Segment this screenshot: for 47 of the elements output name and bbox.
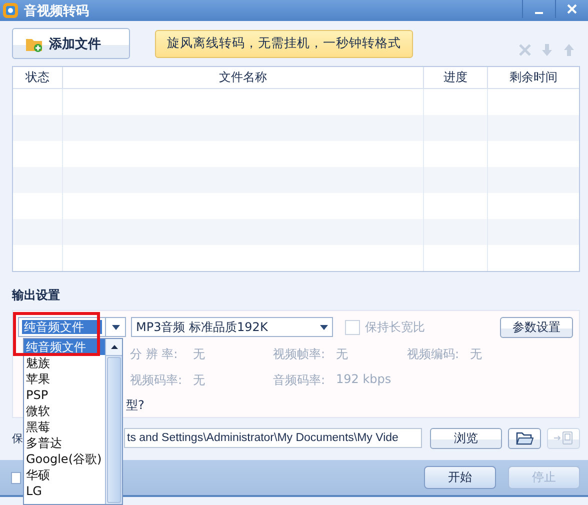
promo-banner: 旋风离线转码，无需挂机，一秒钟转格式: [155, 30, 413, 58]
info-label: 视频帧率:: [273, 346, 326, 363]
send-to-device-icon: [552, 431, 575, 445]
info-label: 视频编码:: [407, 346, 460, 363]
column-header: 状态: [13, 67, 63, 88]
dropdown-option[interactable]: 多普达: [24, 435, 105, 451]
start-button[interactable]: 开始: [424, 466, 496, 489]
info-value: 无: [336, 346, 349, 363]
dropdown-arrow-icon: [112, 324, 120, 330]
info-label: 视频码率:: [130, 372, 184, 389]
dropdown-option[interactable]: 苹果: [24, 371, 105, 387]
checkbox-label: 保持长宽比: [365, 318, 425, 336]
column-header: 文件名称: [63, 67, 424, 88]
dropdown-option[interactable]: 微软: [24, 403, 105, 419]
column-header: 进度: [424, 67, 488, 88]
dropdown-option[interactable]: Google(谷歌): [24, 451, 105, 467]
dropdown-arrow-icon: [320, 324, 328, 330]
info-label: 音频码率:: [273, 372, 326, 389]
info-value: 无: [470, 346, 483, 363]
minimize-icon: [535, 12, 543, 14]
open-folder-button[interactable]: [508, 428, 542, 448]
info-label: 分 辨 率:: [130, 346, 179, 363]
dropdown-option[interactable]: 魅族: [24, 355, 105, 371]
category-dropdown[interactable]: 纯音频文件: [18, 317, 126, 337]
folder-icon: [516, 431, 534, 445]
app-logo-icon: [2, 2, 19, 19]
section-heading: 输出设置: [12, 287, 61, 304]
info-value: 192 kbps: [336, 372, 392, 388]
column-header: 剩余时间: [508, 69, 558, 86]
browse-button[interactable]: 浏览: [430, 428, 502, 448]
dropdown-option[interactable]: 黑莓: [24, 419, 105, 435]
scroll-up-icon[interactable]: [110, 345, 118, 349]
checkbox[interactable]: [11, 472, 21, 484]
save-label: 保: [12, 430, 23, 446]
output-path-field[interactable]: ts and Settings\Administrator\My Documents\My Vide: [124, 428, 422, 448]
dropdown-option[interactable]: PSP: [24, 387, 105, 403]
close-icon: [567, 4, 577, 14]
dropdown-option[interactable]: LG: [24, 483, 105, 499]
help-text: 型?: [126, 397, 144, 414]
info-value: 无: [193, 372, 206, 389]
window-title: 音视频转码: [24, 2, 89, 20]
scrollbar[interactable]: [105, 339, 122, 504]
add-file-button[interactable]: 添加文件: [12, 28, 130, 59]
parameter-settings-button[interactable]: 参数设置: [500, 316, 573, 338]
info-value: 无: [193, 346, 206, 363]
preset-dropdown[interactable]: MP3音频 标准品质192K: [131, 317, 333, 337]
dropdown-option[interactable]: 华硕: [24, 467, 105, 483]
